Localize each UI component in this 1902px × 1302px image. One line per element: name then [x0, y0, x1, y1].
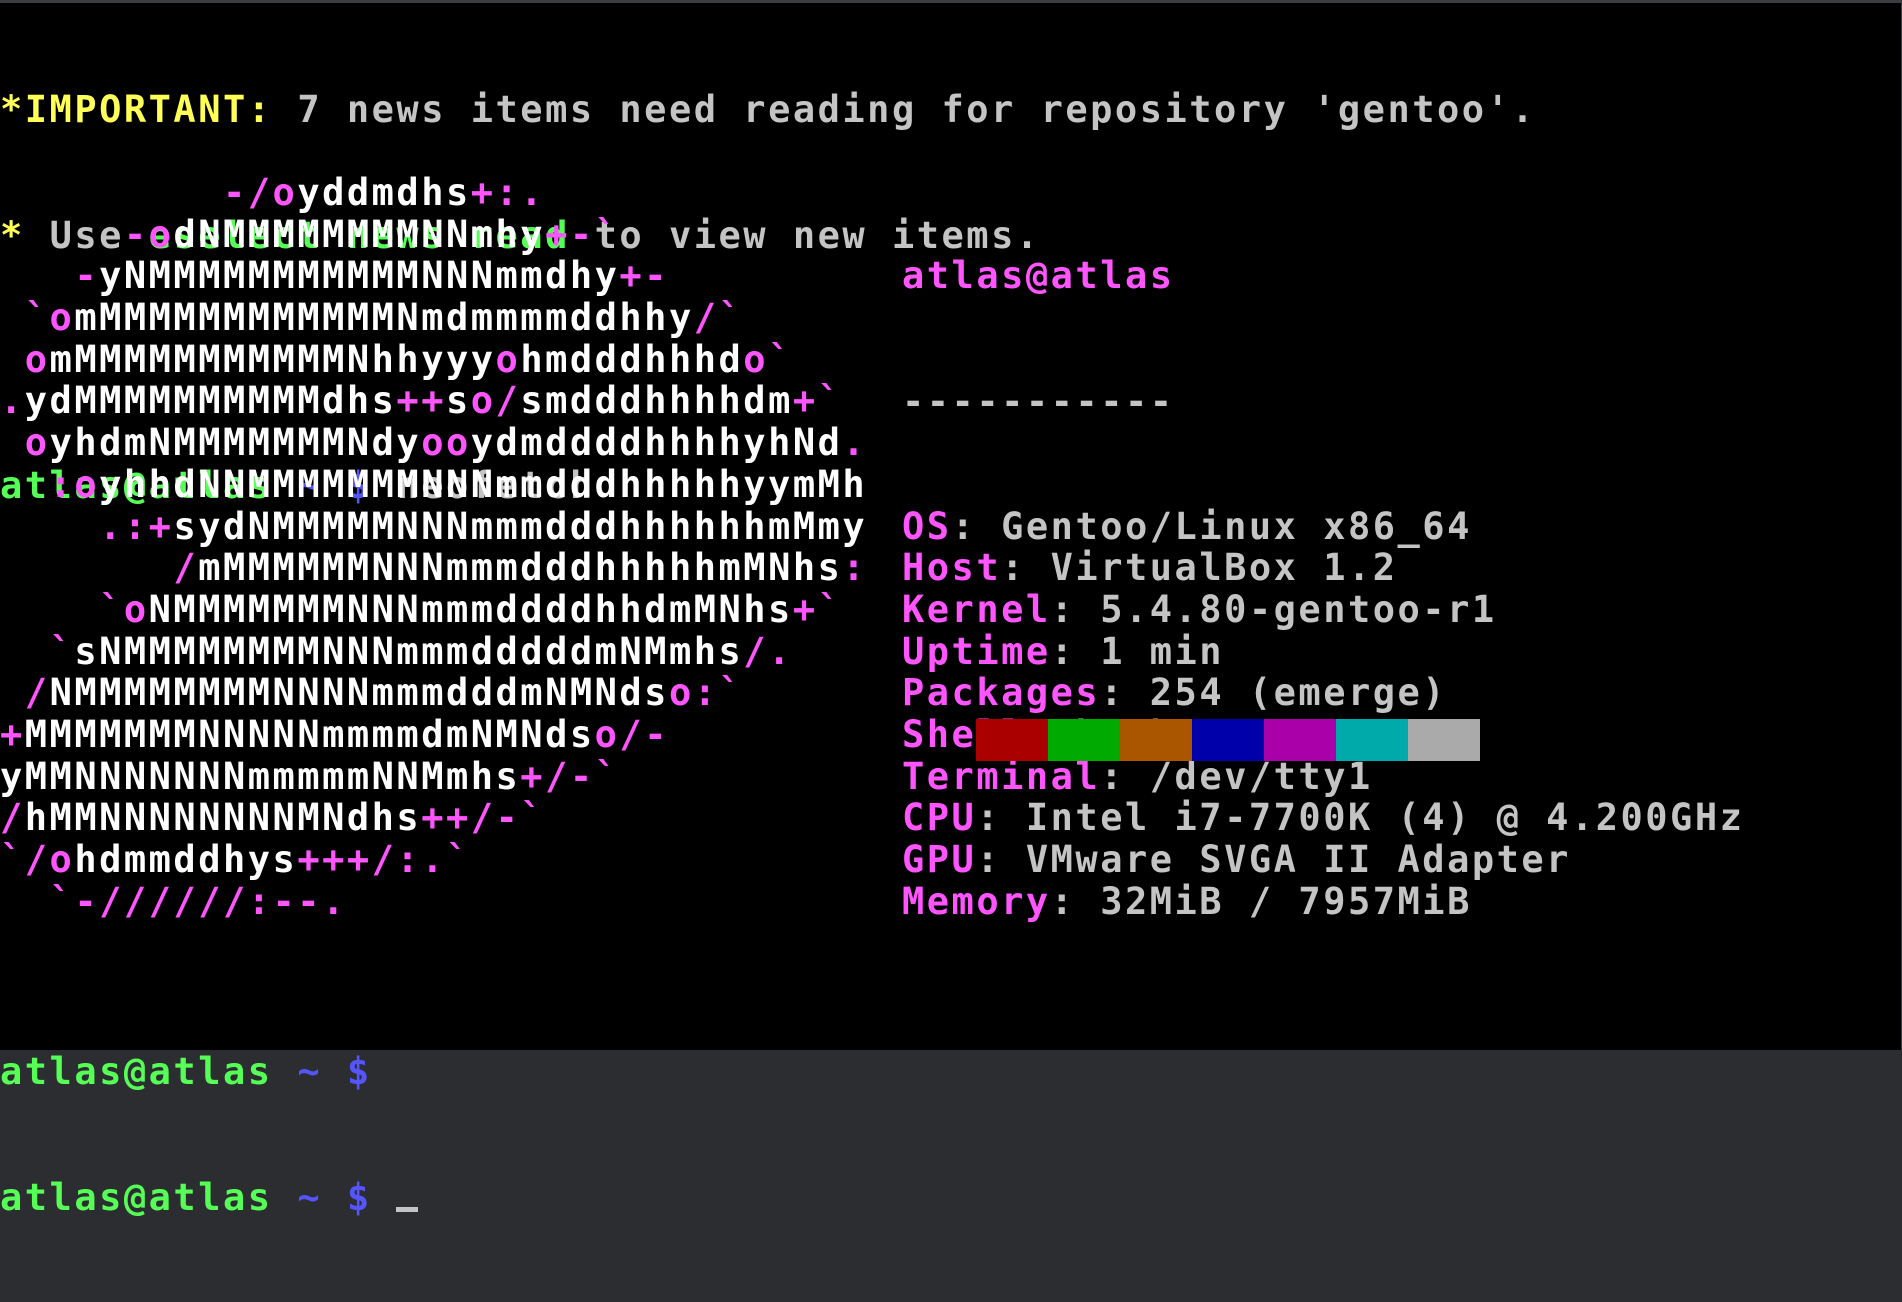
- info-key: Terminal: [902, 754, 1101, 798]
- prompt-area: atlas@atlas ~ $ atlas@atlas ~ $: [0, 968, 1902, 1302]
- info-value: : 1 min: [1050, 629, 1225, 673]
- logo-line: oyhdmNMMMMMMMNdyooydmddddhhhhyhNd.: [0, 421, 868, 465]
- info-key: Uptime: [902, 629, 1051, 673]
- info-row: GPU: VMware SVGA II Adapter: [902, 839, 1744, 881]
- info-rows: OS: Gentoo/Linux x86_64 Host: VirtualBox …: [902, 504, 1744, 923]
- info-key: Memory: [902, 879, 1051, 923]
- logo-line: .ydMMMMMMMMMMdhs++so/smdddhhhhdm+`: [0, 379, 843, 423]
- important-label: IMPORTANT:: [24, 88, 273, 132]
- prompt-line-active[interactable]: atlas@atlas ~ $: [0, 1175, 1902, 1219]
- text-cursor: [396, 1206, 419, 1212]
- logo-line: `omMMMMMMMMMMMMNmdmmmmddhhy/`: [0, 296, 744, 340]
- info-key: OS: [902, 504, 952, 548]
- palette-swatch: [1336, 719, 1408, 761]
- logo-line: `/ohdmmddhys+++/:.`: [0, 838, 471, 881]
- info-value: : 254 (emerge): [1100, 671, 1448, 715]
- palette-swatch: [976, 719, 1048, 761]
- logo-line: yMMNNNNNNNmmmmmNNMmhs+/-`: [0, 754, 620, 798]
- prompt-user-host: atlas@atlas: [0, 1175, 273, 1219]
- info-separator: -----------: [902, 379, 1175, 423]
- terminal-screen[interactable]: *IMPORTANT: 7 news items need reading fo…: [0, 0, 1902, 1218]
- info-row: CPU: Intel i7-7700K (4) @ 4.200GHz: [902, 797, 1744, 839]
- info-value: : Gentoo/Linux x86_64: [951, 504, 1472, 548]
- color-palette: [976, 719, 1480, 761]
- info-value: : VMware SVGA II Adapter: [976, 838, 1571, 882]
- palette-swatch: [1120, 719, 1192, 761]
- logo-line: .:+sydNMMMMMNNNmmmdddhhhhhhmMmy: [0, 504, 868, 548]
- prompt-dir: ~: [272, 1175, 323, 1219]
- info-value: : Intel i7-7700K (4) @ 4.200GHz: [976, 796, 1745, 840]
- info-key: GPU: [902, 838, 977, 882]
- logo-line: `oNMMMMMMMNNNmmmddddhhdmMNhs+`: [0, 587, 843, 631]
- prompt-symbol: $: [322, 1050, 372, 1094]
- info-key: Kernel: [902, 587, 1051, 631]
- info-value: : 5.4.80-gentoo-r1: [1050, 587, 1497, 631]
- palette-swatch: [1408, 719, 1480, 761]
- prompt-line-empty: atlas@atlas ~ $: [0, 1051, 1902, 1093]
- info-value: : 32MiB / 7957MiB: [1050, 879, 1472, 923]
- info-title: atlas@atlas: [902, 254, 1175, 298]
- logo-line: -/oyddmdhs+:.: [0, 171, 546, 214]
- info-row: Host: VirtualBox 1.2: [902, 547, 1744, 589]
- logo-line: +MMMMMMMNNNNNmmmmdmNMNdso/-: [0, 712, 669, 756]
- info-row: OS: Gentoo/Linux x86_64: [902, 504, 1744, 548]
- logo-line: /NMMMMMMMMNNNNmmmdddmNMNdso:`: [0, 671, 744, 715]
- bullet-star: *: [0, 88, 25, 132]
- palette-swatch: [1048, 719, 1120, 761]
- info-key: Host: [902, 546, 1002, 590]
- info-row: Memory: 32MiB / 7957MiB: [902, 879, 1744, 923]
- logo-line: :oyhhdNNMMMMMMMNNNmmdddhhhhhyymMh: [0, 462, 868, 506]
- info-key: CPU: [902, 796, 977, 840]
- prompt-dir: ~: [272, 1050, 323, 1094]
- gentoo-ascii-logo: -/oyddmdhs+:. -odNMMMMMMMMNNmhy+-` -yNMM…: [0, 172, 867, 922]
- logo-line: -yNMMMMMMMMMMMNNNmmdhy+-: [0, 254, 669, 298]
- logo-line: omMMMMMMMMMMMNhhyyyohmdddhhhdo`: [0, 337, 793, 381]
- prompt-user-host: atlas@atlas: [0, 1050, 273, 1094]
- info-row: Terminal: /dev/tty1: [902, 754, 1744, 798]
- palette-swatch: [1192, 719, 1264, 761]
- info-row: Packages: 254 (emerge): [902, 672, 1744, 714]
- info-key: Packages: [902, 671, 1101, 715]
- info-row: Kernel: 5.4.80-gentoo-r1: [902, 589, 1744, 631]
- news-important-line: *IMPORTANT: 7 news items need reading fo…: [0, 89, 1902, 131]
- logo-line: `-//////:--.: [0, 879, 347, 923]
- logo-line: /mMMMMMMNNNmmmdddhhhhhmMNhs:: [0, 546, 868, 590]
- logo-line: -odNMMMMMMMMNNmhy+-`: [0, 212, 620, 256]
- info-value: : VirtualBox 1.2: [1001, 546, 1398, 590]
- info-row: Uptime: 1 min: [902, 629, 1744, 673]
- logo-line: `sNMMMMMMMMNNNmmmdddddmNMmhs/.: [0, 629, 793, 673]
- logo-line: /hMMNNNNNNNNMNdhs++/-`: [0, 796, 546, 840]
- system-info-panel: atlas@atlas ----------- OS: Gentoo/Linux…: [902, 172, 1744, 1006]
- info-value: : /dev/tty1: [1100, 754, 1373, 798]
- prompt-symbol: $: [322, 1175, 372, 1219]
- palette-swatch: [1264, 719, 1336, 761]
- important-text: 7 news items need reading for repository…: [272, 88, 1537, 132]
